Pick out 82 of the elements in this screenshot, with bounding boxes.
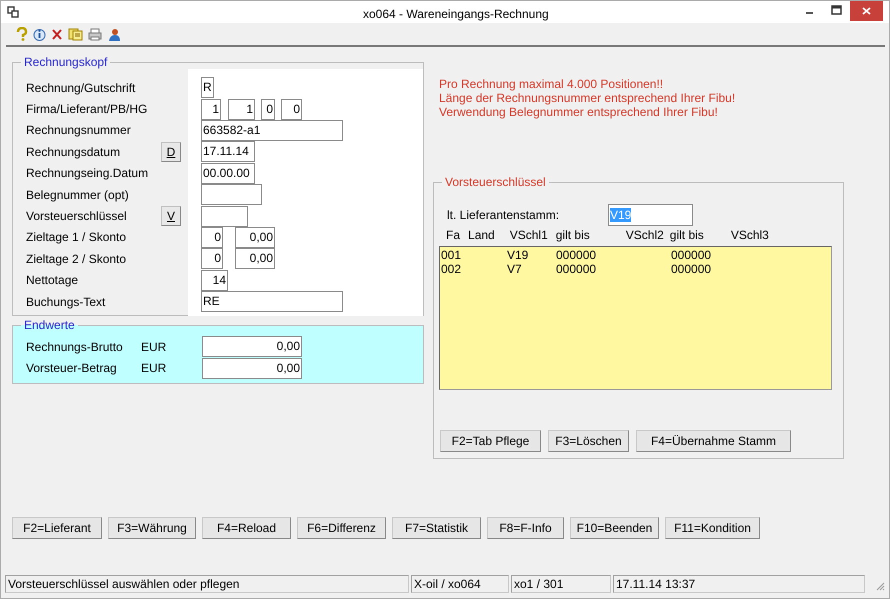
list-cell-text: 000000 [556,262,598,276]
function-button[interactable]: F3=Löschen [548,430,629,452]
field-label: Vorsteuer-Betrag [26,360,118,378]
field-label: Zieltage 1 / Skonto [26,229,128,246]
input-field[interactable]: 17.11.14 [201,141,255,162]
close-button[interactable] [850,1,883,21]
column-header: Fa [446,227,460,244]
column-header: gilt bis [670,227,704,244]
input-field[interactable]: 1 [228,98,255,120]
function-key-button[interactable]: F8=F-Info [487,517,564,539]
field-label: Firma/Lieferant/PB/HG [26,101,148,118]
function-button[interactable]: F4=Übernahme Stamm [636,430,791,452]
warning-text: Pro Rechnung maximal 4.000 Positionen!! [439,77,664,91]
input-field[interactable]: RE [201,291,343,312]
resize-grip-icon[interactable] [875,581,885,591]
list-cell-text: 001 [440,248,462,262]
field-label: Rechnungseing.Datum [26,165,150,182]
column-header: VSchl1 [510,227,548,244]
input-field[interactable] [201,184,262,206]
function-key-button[interactable]: F7=Statistik [392,517,481,539]
function-key-button[interactable]: F10=Beenden [570,517,659,539]
input-field[interactable]: 663582-a1 [201,120,343,141]
input-field[interactable]: 0,00 [202,358,302,379]
list-cell-text: 000000 [556,248,598,262]
column-header: VSchl3 [730,227,769,244]
currency-label: EUR [141,360,168,378]
function-button[interactable]: F2=Tab Pflege [440,430,541,452]
field-label: Buchungs-Text [26,294,106,311]
function-key-button[interactable]: F3=Währung [108,517,196,539]
input-field[interactable] [201,206,248,227]
group-title: Rechnungskopf [23,55,108,69]
column-header: Land [468,227,495,244]
delete-icon[interactable] [51,28,63,40]
picker-button[interactable]: D [161,142,181,162]
input-field[interactable]: 1 [201,98,221,120]
list-box[interactable]: 001 V19 000000 000000 002 V7 000000 000000 [439,246,832,390]
window-title: xo064 - Wareneingangs-Rechnung [363,6,549,23]
field-label: Rechnung/Gutschrift [26,80,136,97]
field-label: Zieltage 2 / Skonto [26,250,128,268]
list-cell-text: V19 [507,248,530,262]
input-field[interactable]: 0 [201,248,223,270]
person-icon[interactable] [107,28,121,40]
app-icon [7,6,19,18]
function-key-button[interactable]: F6=Differenz [297,517,386,539]
list-cell: 000000 [671,262,712,276]
column-header: gilt bis [556,227,590,244]
field-label: Rechnungs-Brutto [26,338,124,356]
info-icon[interactable] [33,27,46,41]
input-field[interactable]: 00.00.00 [201,162,255,184]
documents-icon[interactable] [68,28,83,40]
input-field[interactable]: 0,00 [235,248,275,270]
input-field[interactable]: R [201,77,214,98]
status-text: 17.11.14 13:37 [613,575,865,593]
input-field[interactable]: 0 [261,98,275,120]
group-title: Vorsteuerschlüssel [444,175,547,189]
picker-button[interactable]: V [161,206,181,226]
status-text: Vorsteuerschlüssel auswählen oder pflegen [5,575,409,593]
field-label: lt. Lieferantenstamm: [447,207,560,224]
function-key-button[interactable]: F4=Reload [202,517,291,539]
field-label: Nettotage [26,272,80,290]
field-label: Rechnungsnummer [26,122,132,140]
input-field[interactable]: 0 [201,226,223,248]
currency-label: EUR [141,338,168,356]
input-field[interactable]: 0 [281,98,302,120]
input-field[interactable]: 0,00 [235,226,275,248]
field-label: Belegnummer (opt) [26,186,130,204]
warning-text: Verwendung Belegnummer entsprechend Ihrer Fibu! [439,105,719,119]
field-label: Vorsteuerschlüssel [26,208,128,226]
list-cell-text: 002 [440,262,462,276]
input-field[interactable]: 0,00 [202,336,302,358]
field-label: Rechnungsdatum [26,144,122,161]
status-text: X-oil / xo064 [411,575,509,593]
list-cell: 000000 [671,248,712,262]
input-field[interactable]: 14 [201,270,228,291]
group-title: Endwerte [23,318,76,332]
status-text: xo1 / 301 [511,575,611,593]
warning-text: Länge der Rechnungsnummer entsprechend Ihrer Fibu! [439,91,736,105]
list-cell-text: V7 [507,262,523,276]
function-key-button[interactable]: F2=Lieferant [12,517,102,539]
function-key-button[interactable]: F11=Kondition [665,517,760,539]
column-header: VSchl2 [626,227,664,244]
printer-icon[interactable] [88,28,102,40]
